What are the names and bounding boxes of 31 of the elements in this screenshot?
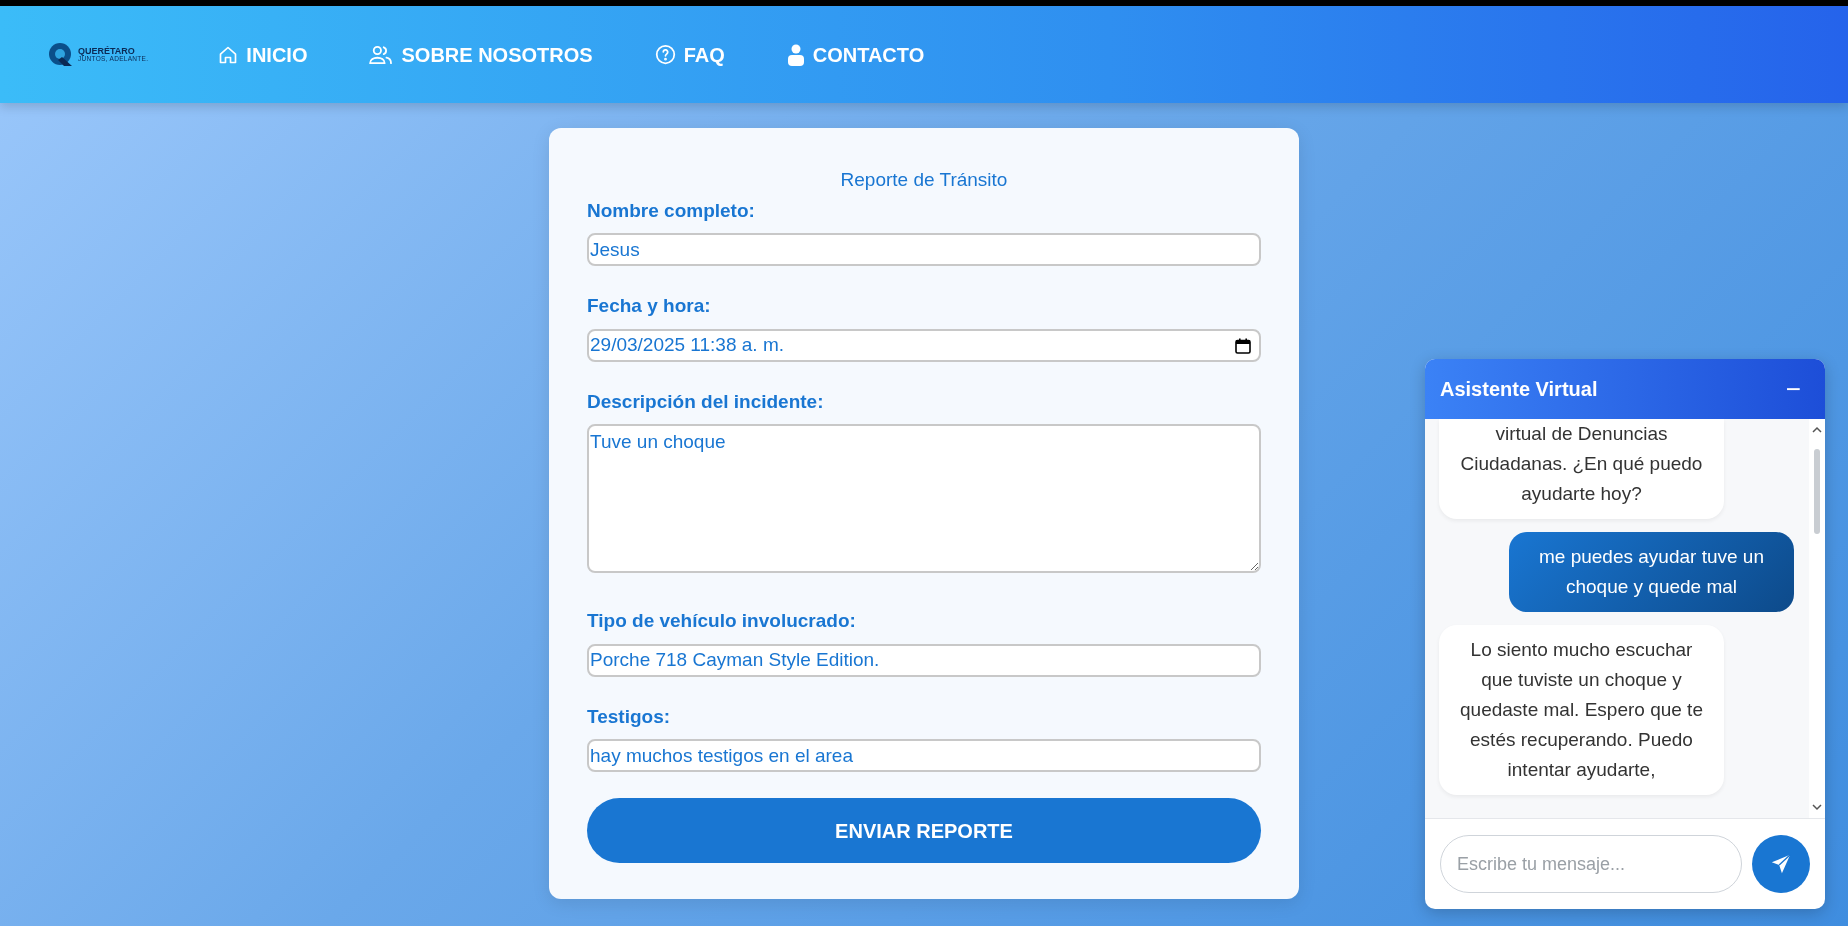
- send-button[interactable]: [1752, 835, 1810, 893]
- field-label: Fecha y hora:: [587, 294, 712, 318]
- field-label: Tipo de vehículo involucrado:: [587, 609, 857, 633]
- input-field[interactable]: Porche 718 Cayman Style Edition.: [587, 643, 1261, 677]
- users-icon: [369, 44, 394, 65]
- message-input[interactable]: Escribe tu mensaje...: [1440, 835, 1742, 893]
- minimize-button[interactable]: −: [1781, 376, 1805, 402]
- bot-message: virtual de Denuncias Ciudadanas. ¿En qué puedo ayudarte hoy?: [1439, 419, 1724, 519]
- textarea-field[interactable]: Tuve un choque: [587, 424, 1261, 573]
- logo-text: QUERÉTARO: [78, 46, 135, 56]
- home-icon: [218, 44, 239, 65]
- nav-link[interactable]: INICIO: [218, 39, 308, 70]
- input-field[interactable]: Jesus: [587, 233, 1261, 266]
- calendar-icon[interactable]: [1235, 337, 1251, 354]
- bot-message: Lo siento mucho escuchar que tuviste un choque y quedaste mal. Espero que te estés recuperando. Puedo intentar ayudarte,: [1439, 625, 1724, 795]
- nav-link[interactable]: FAQ: [654, 39, 725, 70]
- chat-title: Asistente Virtual: [1440, 377, 1598, 402]
- input-field[interactable]: hay muchos testigos en el area: [587, 739, 1261, 772]
- help-icon: [654, 44, 676, 65]
- person-icon: [786, 43, 805, 66]
- nav-link[interactable]: SOBRE NOSOTROS: [369, 39, 593, 70]
- send-icon: [1770, 853, 1792, 875]
- submit-button[interactable]: ENVIAR REPORTE: [587, 798, 1261, 863]
- nav-link[interactable]: CONTACTO: [786, 39, 925, 70]
- field-label: Nombre completo:: [587, 198, 756, 223]
- logo-icon: [48, 41, 74, 68]
- datetime-field[interactable]: 29/03/2025 11:38 a. m.: [587, 328, 1261, 362]
- field-label: Testigos:: [587, 704, 672, 729]
- field-label: Descripción del incidente:: [587, 389, 825, 414]
- user-message: me puedes ayudar tuve un choque y quede mal: [1509, 532, 1794, 612]
- form-title: Reporte de Tránsito: [839, 168, 1009, 192]
